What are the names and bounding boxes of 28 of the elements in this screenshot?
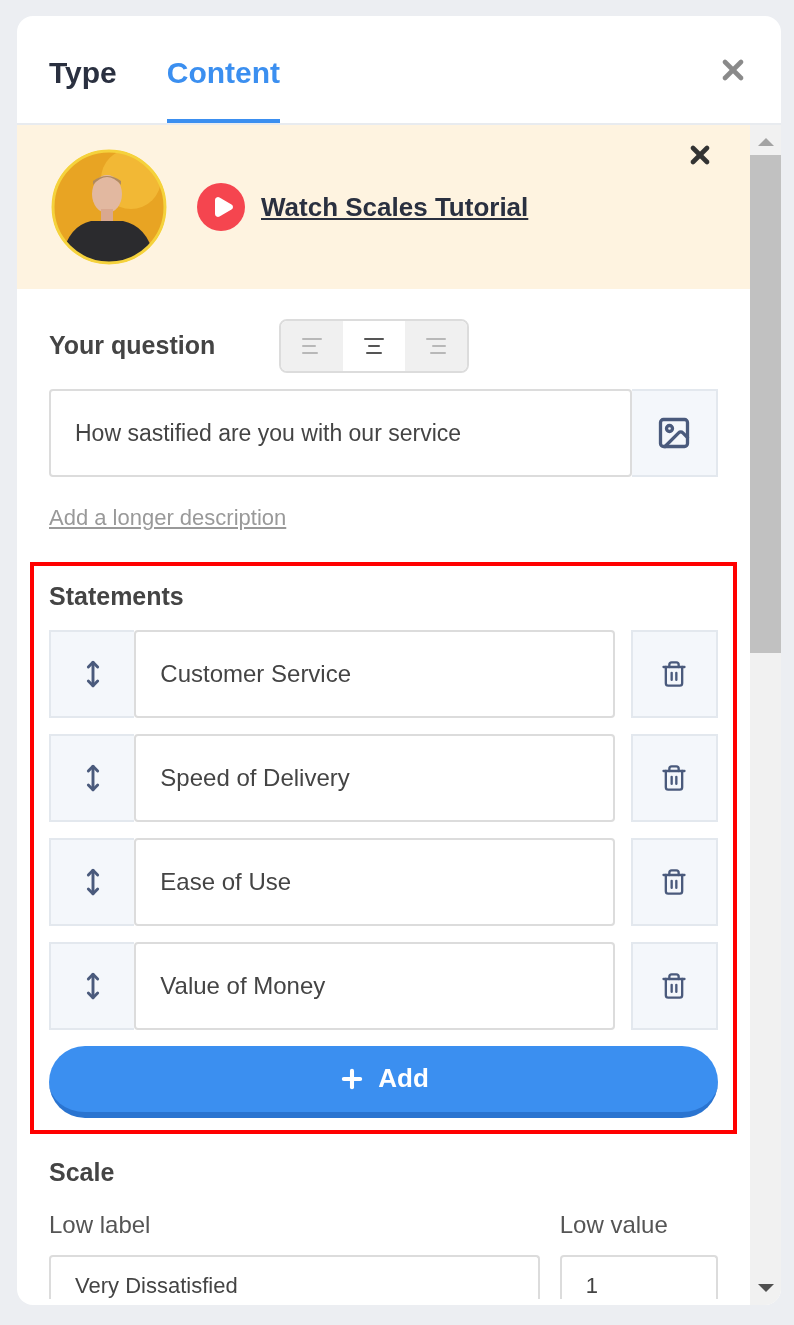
drag-handle[interactable] [49, 837, 135, 926]
delete-button[interactable] [630, 837, 718, 926]
tab[interactable]: Type [49, 50, 117, 123]
field-label: Low value [559, 1210, 669, 1240]
low-value-field[interactable]: 1 [559, 1255, 718, 1299]
delete-button[interactable] [630, 629, 718, 718]
scrollbar-thumb[interactable] [750, 155, 781, 653]
section-label: Your question [49, 330, 217, 362]
tutorial-link[interactable]: Watch Scales Tutorial [261, 187, 529, 227]
delete-button[interactable] [630, 733, 718, 822]
drag-handle[interactable] [49, 733, 135, 822]
low-label-field[interactable]: Very Dissatisfied [49, 1255, 540, 1299]
image-button[interactable] [632, 389, 718, 477]
delete-button[interactable] [630, 941, 718, 1030]
field-label: Low label [49, 1210, 152, 1240]
statement-field[interactable]: Customer Service [134, 629, 615, 718]
statement-field[interactable]: Speed of Delivery [134, 733, 615, 822]
statement-field[interactable]: Ease of Use [134, 837, 615, 926]
section-label: Scale [49, 1156, 116, 1188]
play-icon [197, 183, 245, 231]
drag-handle[interactable] [49, 941, 135, 1030]
question-field[interactable]: How sastified are you with our service [49, 389, 633, 477]
scroll-up-icon [757, 137, 774, 147]
section-label: Statements [49, 581, 185, 612]
drag-handle[interactable] [49, 629, 135, 718]
scroll-down-icon [757, 1283, 774, 1293]
scrollbar[interactable] [750, 125, 781, 1305]
statement-field[interactable]: Value of Money [134, 941, 615, 1030]
